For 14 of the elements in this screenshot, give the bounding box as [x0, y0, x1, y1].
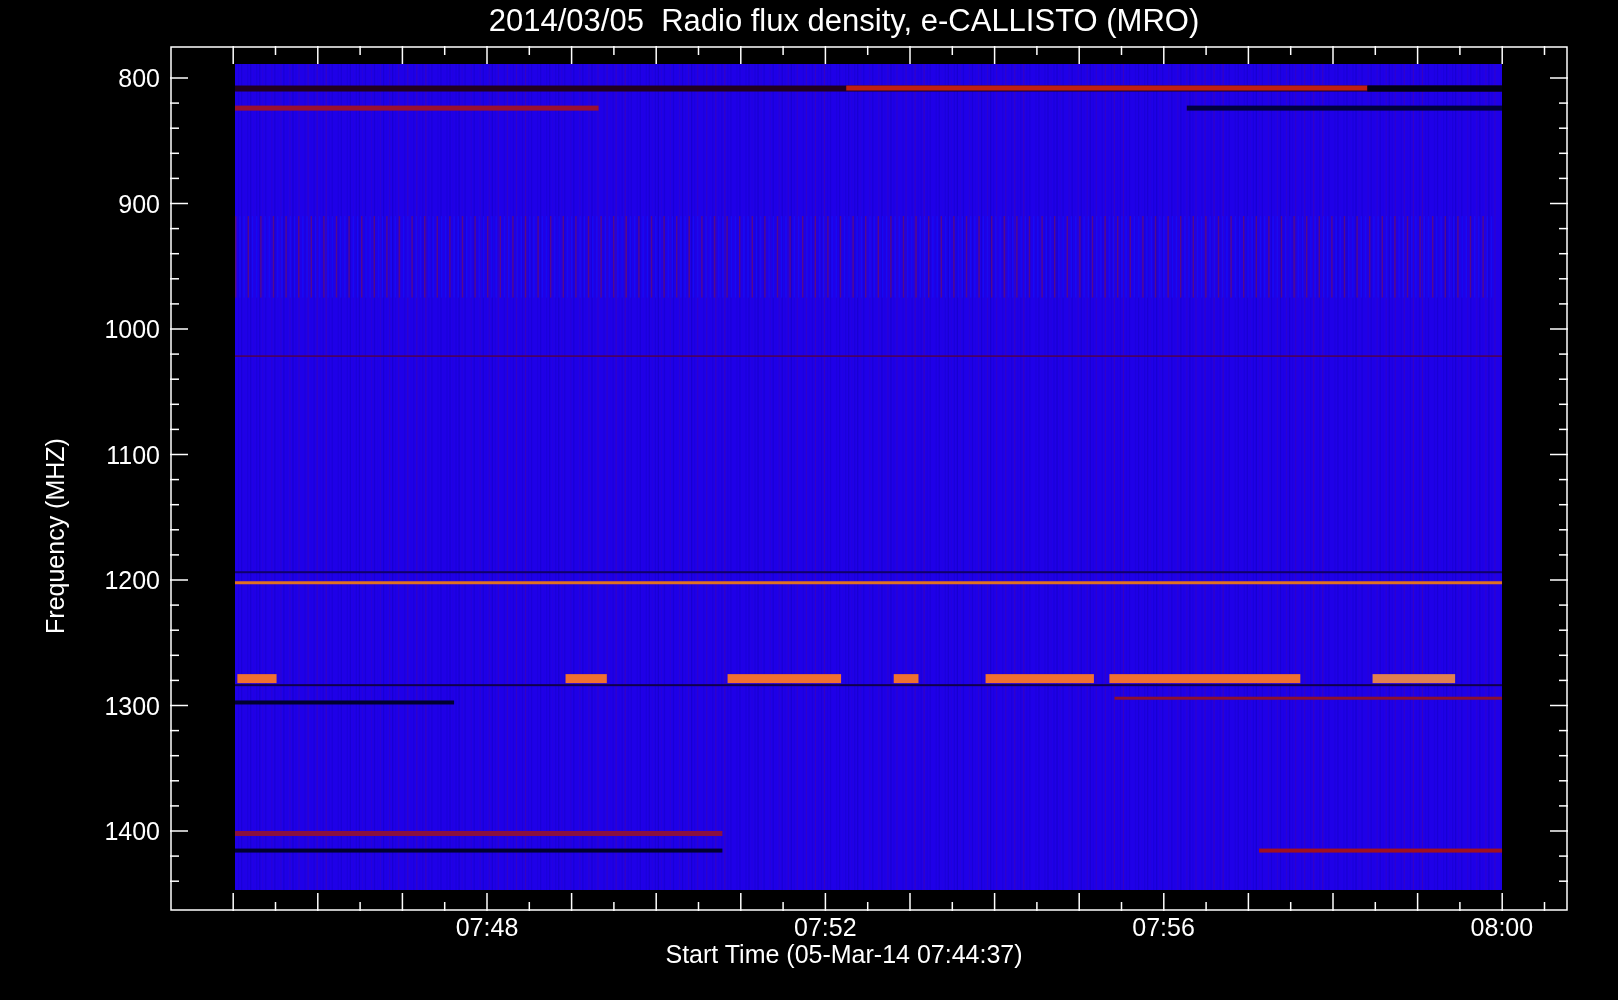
y-tick-label: 1000	[104, 315, 160, 343]
y-tick-label: 900	[118, 189, 160, 218]
y-axis-label: Frequency (MHZ)	[41, 438, 70, 634]
chart-title: 2014/03/05 Radio flux density, e-CALLISTO (MRO)	[488, 2, 1200, 40]
y-tick-label: 1400	[104, 817, 160, 845]
y-tick-label: 1100	[106, 440, 160, 469]
y-tick-label: 1200	[104, 566, 160, 594]
x-tick-label: 08:00	[1470, 913, 1534, 941]
y-tick-label: 800	[118, 64, 160, 92]
x-tick-label: 07:52	[794, 913, 857, 941]
y-tick-label: 1300	[104, 691, 160, 720]
x-tick-label: 07:48	[455, 913, 519, 941]
x-tick-label: 07:56	[1132, 913, 1195, 941]
x-axis-label: Start Time (05-Mar-14 07:44:37)	[665, 939, 1023, 969]
